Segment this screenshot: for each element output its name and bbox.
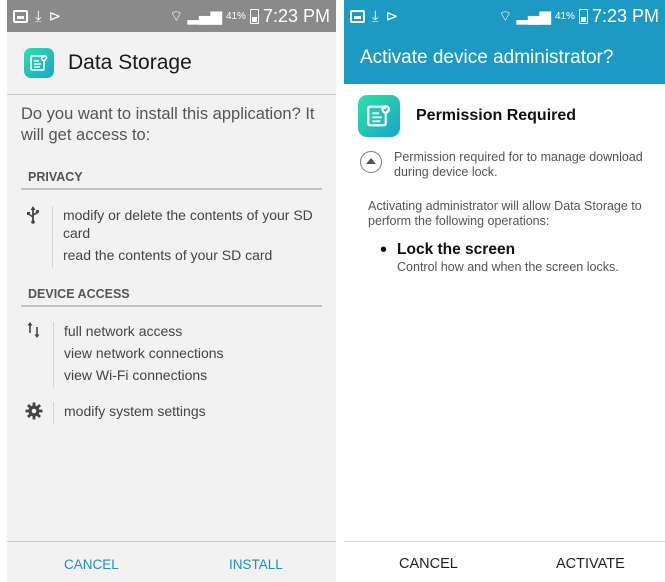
usb-icon <box>21 206 46 268</box>
permission-line: view network connections <box>64 345 224 361</box>
battery-percent: 41% <box>554 10 575 22</box>
permission-group-network: full network access view network connect… <box>21 322 333 388</box>
gallery-notification-icon <box>13 9 28 23</box>
play-store-icon: ⊳ <box>385 6 399 25</box>
permission-group-settings: modify system settings <box>21 402 333 424</box>
permission-line: full network access <box>64 323 183 339</box>
download-icon: ⤓ <box>372 6 379 25</box>
gear-icon <box>21 402 47 424</box>
permission-description: Permission required for to manage downlo… <box>360 150 655 180</box>
status-bar: ⤓ ⊳ ⌔ ▂▄▆ 41% 7:23 PM <box>7 0 336 32</box>
section-divider <box>21 188 322 190</box>
battery-icon <box>578 8 588 24</box>
install-button[interactable]: INSTALL <box>229 557 283 572</box>
dialog-title-bar: Activate device administrator? <box>344 32 665 84</box>
permission-line: view Wi-Fi connections <box>64 367 208 383</box>
app-header: Data Storage <box>24 48 192 78</box>
permission-line: modify system settings <box>64 403 206 419</box>
signal-icon: ▂▄▆ <box>187 6 222 25</box>
gallery-notification-icon <box>350 9 365 23</box>
section-title-privacy: PRIVACY <box>28 170 83 184</box>
network-arrows-icon <box>21 322 47 388</box>
cancel-button[interactable]: CANCEL <box>64 557 119 572</box>
battery-percent: 41% <box>225 10 246 22</box>
permission-text: Permission required for to manage downlo… <box>394 150 643 179</box>
clock: 7:23 PM <box>262 5 330 26</box>
data-storage-app-icon <box>358 95 400 137</box>
download-icon: ⤓ <box>35 6 42 25</box>
play-store-icon: ⊳ <box>48 6 62 25</box>
button-bar-divider <box>344 541 665 542</box>
operation-description: Control how and when the screen locks. <box>397 260 619 274</box>
status-bar: ⤓ ⊳ ⌔ ▂▄▆ 41% 7:23 PM <box>344 0 665 32</box>
install-screen: ⤓ ⊳ ⌔ ▂▄▆ 41% 7:23 PM Data Storage Do yo… <box>7 0 336 582</box>
permission-line: read the contents of your SD card <box>62 247 273 263</box>
dialog-title: Activate device administrator? <box>360 47 614 68</box>
divider <box>7 94 336 95</box>
permission-line: modify or delete the contents of your SD… <box>62 207 313 241</box>
device-admin-screen: ⤓ ⊳ ⌔ ▂▄▆ 41% 7:23 PM Activate device ad… <box>344 0 665 582</box>
clock: 7:23 PM <box>591 5 659 26</box>
section-divider <box>21 305 322 307</box>
collapse-icon[interactable] <box>360 151 382 173</box>
data-storage-app-icon <box>24 48 54 78</box>
cancel-button[interactable]: CANCEL <box>399 556 458 572</box>
button-bar-divider <box>7 541 336 542</box>
app-name: Data Storage <box>68 51 192 74</box>
permission-group-storage: modify or delete the contents of your SD… <box>21 206 333 268</box>
activate-button[interactable]: ACTIVATE <box>556 556 625 572</box>
bullet: • <box>380 239 388 261</box>
install-question: Do you want to install this application?… <box>21 105 315 144</box>
section-title-device-access: DEVICE ACCESS <box>28 287 130 301</box>
wifi-icon: ⌔ <box>498 6 513 25</box>
operation-item: • Lock the screen Control how and when t… <box>380 239 619 274</box>
permission-title: Permission Required <box>416 107 577 124</box>
operation-title: Lock the screen <box>397 241 516 258</box>
wifi-icon: ⌔ <box>169 6 184 25</box>
activating-text: Activating administrator will allow Data… <box>368 199 642 228</box>
battery-icon <box>249 8 259 24</box>
signal-icon: ▂▄▆ <box>516 6 551 25</box>
app-permission-header: Permission Required <box>358 95 576 137</box>
